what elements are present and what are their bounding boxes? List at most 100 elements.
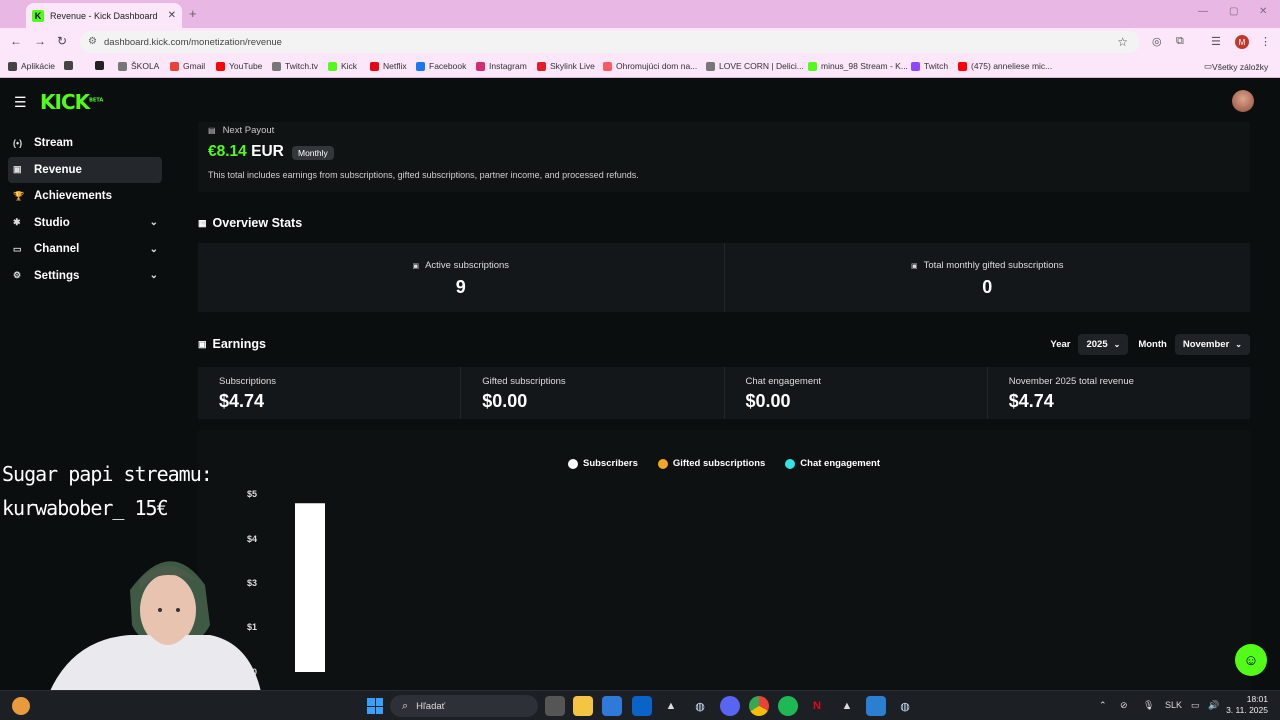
- logo-text: KICK: [40, 90, 90, 114]
- bookmark-item[interactable]: minus_98 Stream - K...: [808, 61, 908, 71]
- start-button[interactable]: [367, 698, 383, 714]
- sidebar-item-settings[interactable]: ⚙ Settings ⌄: [8, 263, 162, 289]
- bookmark-item[interactable]: Aplikácie: [8, 61, 55, 71]
- steam-2-icon[interactable]: ◍: [895, 696, 915, 716]
- search-icon: ⌕: [402, 699, 409, 712]
- microphone-icon[interactable]: 🎙: [1143, 700, 1154, 711]
- site-info-icon[interactable]: ⚙: [88, 36, 97, 47]
- kick-favicon-icon: K: [32, 9, 44, 22]
- chevron-down-icon: ⌄: [1113, 340, 1121, 349]
- outlook-icon[interactable]: [632, 696, 652, 716]
- sidebar-item-studio[interactable]: ✱ Studio ⌄: [8, 210, 162, 236]
- tab-revenue[interactable]: K Revenue - Kick Dashboard ✕: [26, 3, 182, 28]
- chart-bar[interactable]: [295, 503, 325, 672]
- close-tab-icon[interactable]: ✕: [168, 10, 176, 21]
- task-view-icon[interactable]: [545, 696, 565, 716]
- app-triangle-icon[interactable]: ▲: [661, 696, 681, 716]
- forward-icon[interactable]: →: [34, 34, 46, 48]
- bookmark-label: LOVE CORN | Delici...: [719, 61, 804, 71]
- year-label: Year: [1050, 339, 1071, 350]
- bookmark-item[interactable]: [95, 61, 108, 70]
- stat-label: ▣ Active subscriptions: [198, 260, 724, 271]
- bookmark-item[interactable]: [64, 61, 77, 70]
- earnings-chart: Subscribers Gifted subscriptions Chat enga…: [198, 430, 1250, 690]
- bookmark-item[interactable]: Ohromujúci dom na...: [603, 61, 697, 71]
- app-a-icon[interactable]: ▲: [837, 696, 857, 716]
- display-icon[interactable]: ▭: [1191, 700, 1200, 711]
- sidebar-item-revenue[interactable]: ▣ Revenue: [8, 156, 162, 183]
- bookmark-item[interactable]: Netflix: [370, 61, 407, 71]
- earnings-card-subscriptions: Subscriptions $4.74: [198, 367, 462, 419]
- year-select[interactable]: 2025 ⌄: [1078, 334, 1129, 355]
- bookmark-item[interactable]: Skylink Live: [537, 61, 595, 71]
- wallet-icon: ▤: [208, 126, 216, 135]
- language-indicator[interactable]: SLK: [1165, 700, 1182, 710]
- help-chat-button[interactable]: ☺: [1235, 644, 1267, 676]
- bookmark-label: Netflix: [383, 61, 407, 71]
- maximize-icon[interactable]: ▢: [1229, 6, 1238, 17]
- beta-badge: BETA: [89, 97, 104, 104]
- month-select[interactable]: November ⌄: [1174, 334, 1250, 355]
- payout-label-text: Next Payout: [222, 125, 275, 136]
- month-label: Month: [1138, 339, 1167, 350]
- extension-icon[interactable]: ◎: [1152, 35, 1162, 48]
- volume-icon[interactable]: 🔊: [1208, 700, 1219, 711]
- bookmark-label: Skylink Live: [550, 61, 595, 71]
- kebab-menu-icon[interactable]: ⋮: [1260, 35, 1271, 48]
- bookmark-item[interactable]: Gmail: [170, 61, 205, 71]
- chevron-down-icon: ⌄: [149, 243, 158, 255]
- bookmark-favicon-icon: [706, 61, 715, 71]
- reload-icon[interactable]: ↻: [57, 34, 67, 48]
- new-tab-button[interactable]: +: [189, 6, 197, 21]
- weather-icon[interactable]: [12, 697, 30, 715]
- earnings-value: $4.74: [1008, 391, 1054, 411]
- bookmark-item[interactable]: Facebook: [416, 61, 466, 71]
- tray-chevron-icon[interactable]: ⌃: [1099, 700, 1107, 711]
- taskbar-search[interactable]: ⌕ Hľadať: [390, 695, 538, 717]
- window-close-icon[interactable]: ✕: [1259, 6, 1267, 17]
- app-blue-icon[interactable]: [866, 696, 886, 716]
- bookmark-favicon-icon: [476, 61, 485, 71]
- bookmark-favicon-icon: [64, 61, 73, 70]
- file-explorer-icon[interactable]: [573, 696, 593, 716]
- sidebar-item-label: Settings: [34, 269, 80, 282]
- sidebar-item-achievements[interactable]: 🏆 Achievements: [8, 183, 162, 209]
- earnings-filters: Year 2025 ⌄ Month November ⌄: [1040, 334, 1250, 355]
- bookmark-item[interactable]: (475) anneliese mic...: [958, 61, 1052, 71]
- reading-list-icon[interactable]: ☰: [1211, 35, 1221, 48]
- chevron-down-icon: ⌄: [149, 217, 158, 228]
- clock-time: 18:01: [1246, 694, 1268, 704]
- hamburger-menu-icon[interactable]: ☰: [14, 94, 27, 111]
- netflix-icon[interactable]: N: [807, 696, 827, 716]
- sidebar-item-stream[interactable]: (•) Stream: [8, 130, 162, 156]
- bookmark-label: Twitch.tv: [285, 61, 319, 71]
- profile-avatar[interactable]: M: [1235, 35, 1249, 49]
- bookmark-item[interactable]: Kick: [328, 61, 357, 71]
- kick-logo[interactable]: KICKBETA: [40, 90, 103, 114]
- stat-value: 9: [455, 277, 466, 297]
- bookmark-item[interactable]: Twitch: [911, 61, 948, 71]
- discord-icon[interactable]: [720, 696, 740, 716]
- network-off-icon[interactable]: ⊘: [1120, 700, 1128, 711]
- puzzle-icon[interactable]: ⧉: [1176, 35, 1184, 48]
- overview-stats: ▣ Active subscriptions 9 ▣ Total monthly g…: [198, 243, 1250, 312]
- clock[interactable]: 18:01 3. 11. 2025: [1226, 694, 1268, 716]
- steam-icon[interactable]: ◍: [690, 696, 710, 716]
- user-avatar[interactable]: [1232, 90, 1254, 112]
- spotify-icon[interactable]: [778, 696, 798, 716]
- sidebar-item-channel[interactable]: ▭ Channel ⌄: [8, 236, 162, 262]
- bookmark-item[interactable]: Twitch.tv: [272, 61, 318, 71]
- stat-label-text: Active subscriptions: [425, 260, 510, 271]
- overlay-line-2: kurwabober_ 15€: [2, 496, 169, 520]
- minimize-icon[interactable]: —: [1198, 6, 1208, 17]
- bookmark-item[interactable]: LOVE CORN | Delici...: [706, 61, 804, 71]
- bookmark-star-icon[interactable]: ☆: [1117, 35, 1128, 49]
- store-icon[interactable]: [602, 696, 622, 716]
- back-icon[interactable]: ←: [10, 34, 22, 48]
- url-field[interactable]: ⚙ dashboard.kick.com/monetization/revenu…: [80, 31, 1140, 53]
- bookmark-item[interactable]: YouTube: [216, 61, 262, 71]
- chrome-icon[interactable]: [749, 696, 769, 716]
- bookmark-item[interactable]: Instagram: [476, 61, 527, 71]
- all-bookmarks-folder[interactable]: ▭ Všetky záložky: [1204, 61, 1268, 72]
- bookmark-item[interactable]: ŠKOLA: [118, 61, 159, 71]
